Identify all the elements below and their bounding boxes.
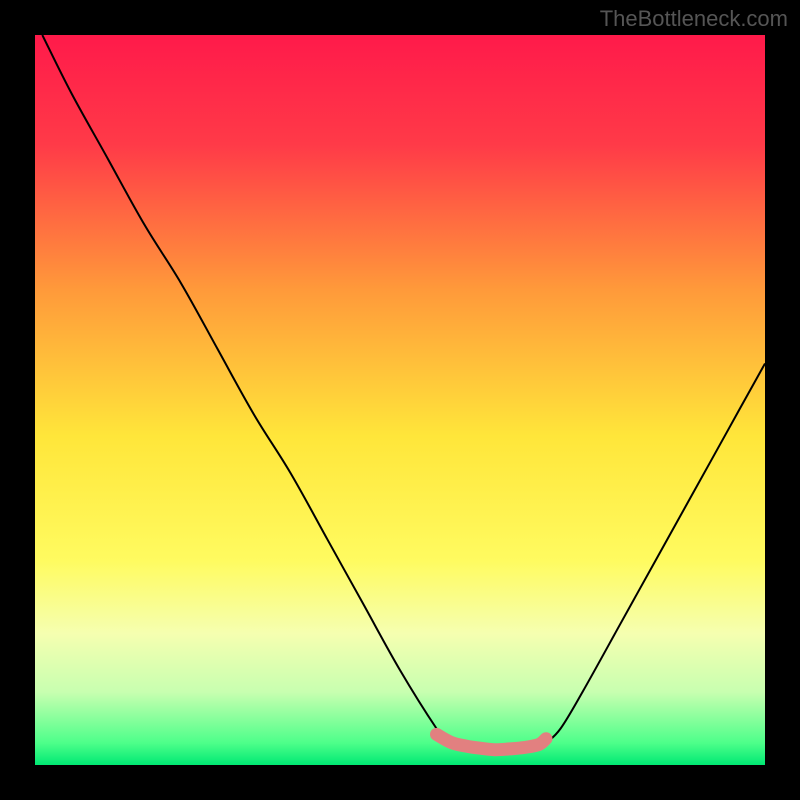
chart-svg	[35, 35, 765, 765]
chart-area	[35, 35, 765, 765]
watermark-text: TheBottleneck.com	[600, 6, 788, 32]
optimal-range-marker	[437, 734, 547, 749]
bottleneck-curve	[42, 35, 765, 751]
